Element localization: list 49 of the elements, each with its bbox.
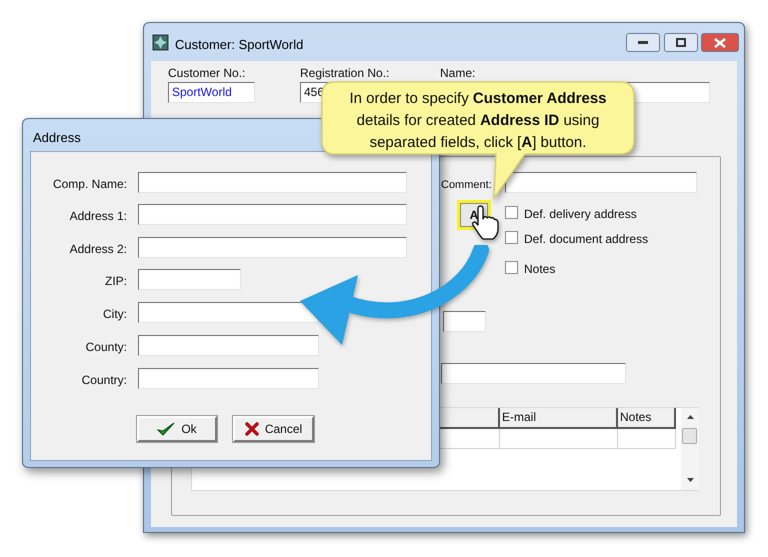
field-label: Registration No.: xyxy=(300,65,390,82)
check-icon xyxy=(157,422,176,436)
input-field[interactable] xyxy=(138,269,241,290)
ok-button[interactable]: Ok xyxy=(137,416,217,442)
scroll-up-icon xyxy=(687,415,694,419)
checkbox[interactable] xyxy=(505,231,518,244)
field-label: Address 2: xyxy=(68,241,127,258)
input-field[interactable] xyxy=(441,363,626,384)
field-label: Country: xyxy=(80,372,127,389)
checkbox[interactable] xyxy=(505,206,518,219)
field-label: Customer No.: xyxy=(168,65,246,82)
scrollbar[interactable] xyxy=(681,408,699,490)
input-field[interactable] xyxy=(138,302,319,323)
checkbox-label: Def. delivery address xyxy=(524,206,637,223)
scroll-down-icon xyxy=(687,478,694,482)
input-field[interactable] xyxy=(138,172,407,193)
field-label: Comp. Name: xyxy=(52,176,127,193)
maximize-button[interactable] xyxy=(664,33,698,52)
field-label: Name: xyxy=(440,65,476,82)
app-icon xyxy=(152,34,169,51)
checkbox-label: Notes xyxy=(524,261,556,278)
cross-icon xyxy=(244,422,259,436)
input-field[interactable] xyxy=(443,311,486,332)
close-icon xyxy=(714,38,726,48)
field-label: Address 1: xyxy=(68,208,127,225)
checkbox[interactable] xyxy=(505,261,518,274)
window-title: Customer: SportWorld xyxy=(175,36,304,54)
field-label: County: xyxy=(84,339,127,356)
input-field[interactable] xyxy=(505,172,697,193)
field-label: Comment: xyxy=(441,178,492,193)
maximize-icon xyxy=(676,38,686,47)
input-field[interactable] xyxy=(138,237,407,258)
column-header: Notes xyxy=(618,408,676,429)
column-header: E-mail xyxy=(500,408,618,429)
checkbox-label: Def. document address xyxy=(524,231,648,248)
field-label: City: xyxy=(102,306,127,323)
minimize-button[interactable] xyxy=(626,33,660,52)
input-field[interactable] xyxy=(138,204,407,225)
input-field[interactable] xyxy=(138,368,319,389)
cancel-button[interactable]: Cancel xyxy=(233,416,314,442)
table-cell xyxy=(618,429,676,449)
scroll-thumb[interactable] xyxy=(682,428,697,444)
callout-text: In order to specify Customer Address details for created Address ID using separated fields, click [A] button. xyxy=(348,89,608,153)
minimize-icon xyxy=(638,40,648,44)
close-button[interactable] xyxy=(701,33,739,52)
input-field[interactable]: SportWorld xyxy=(168,82,255,103)
field-label: ZIP: xyxy=(104,273,127,290)
input-field[interactable] xyxy=(138,335,319,356)
dialog-title: Address xyxy=(33,129,81,147)
